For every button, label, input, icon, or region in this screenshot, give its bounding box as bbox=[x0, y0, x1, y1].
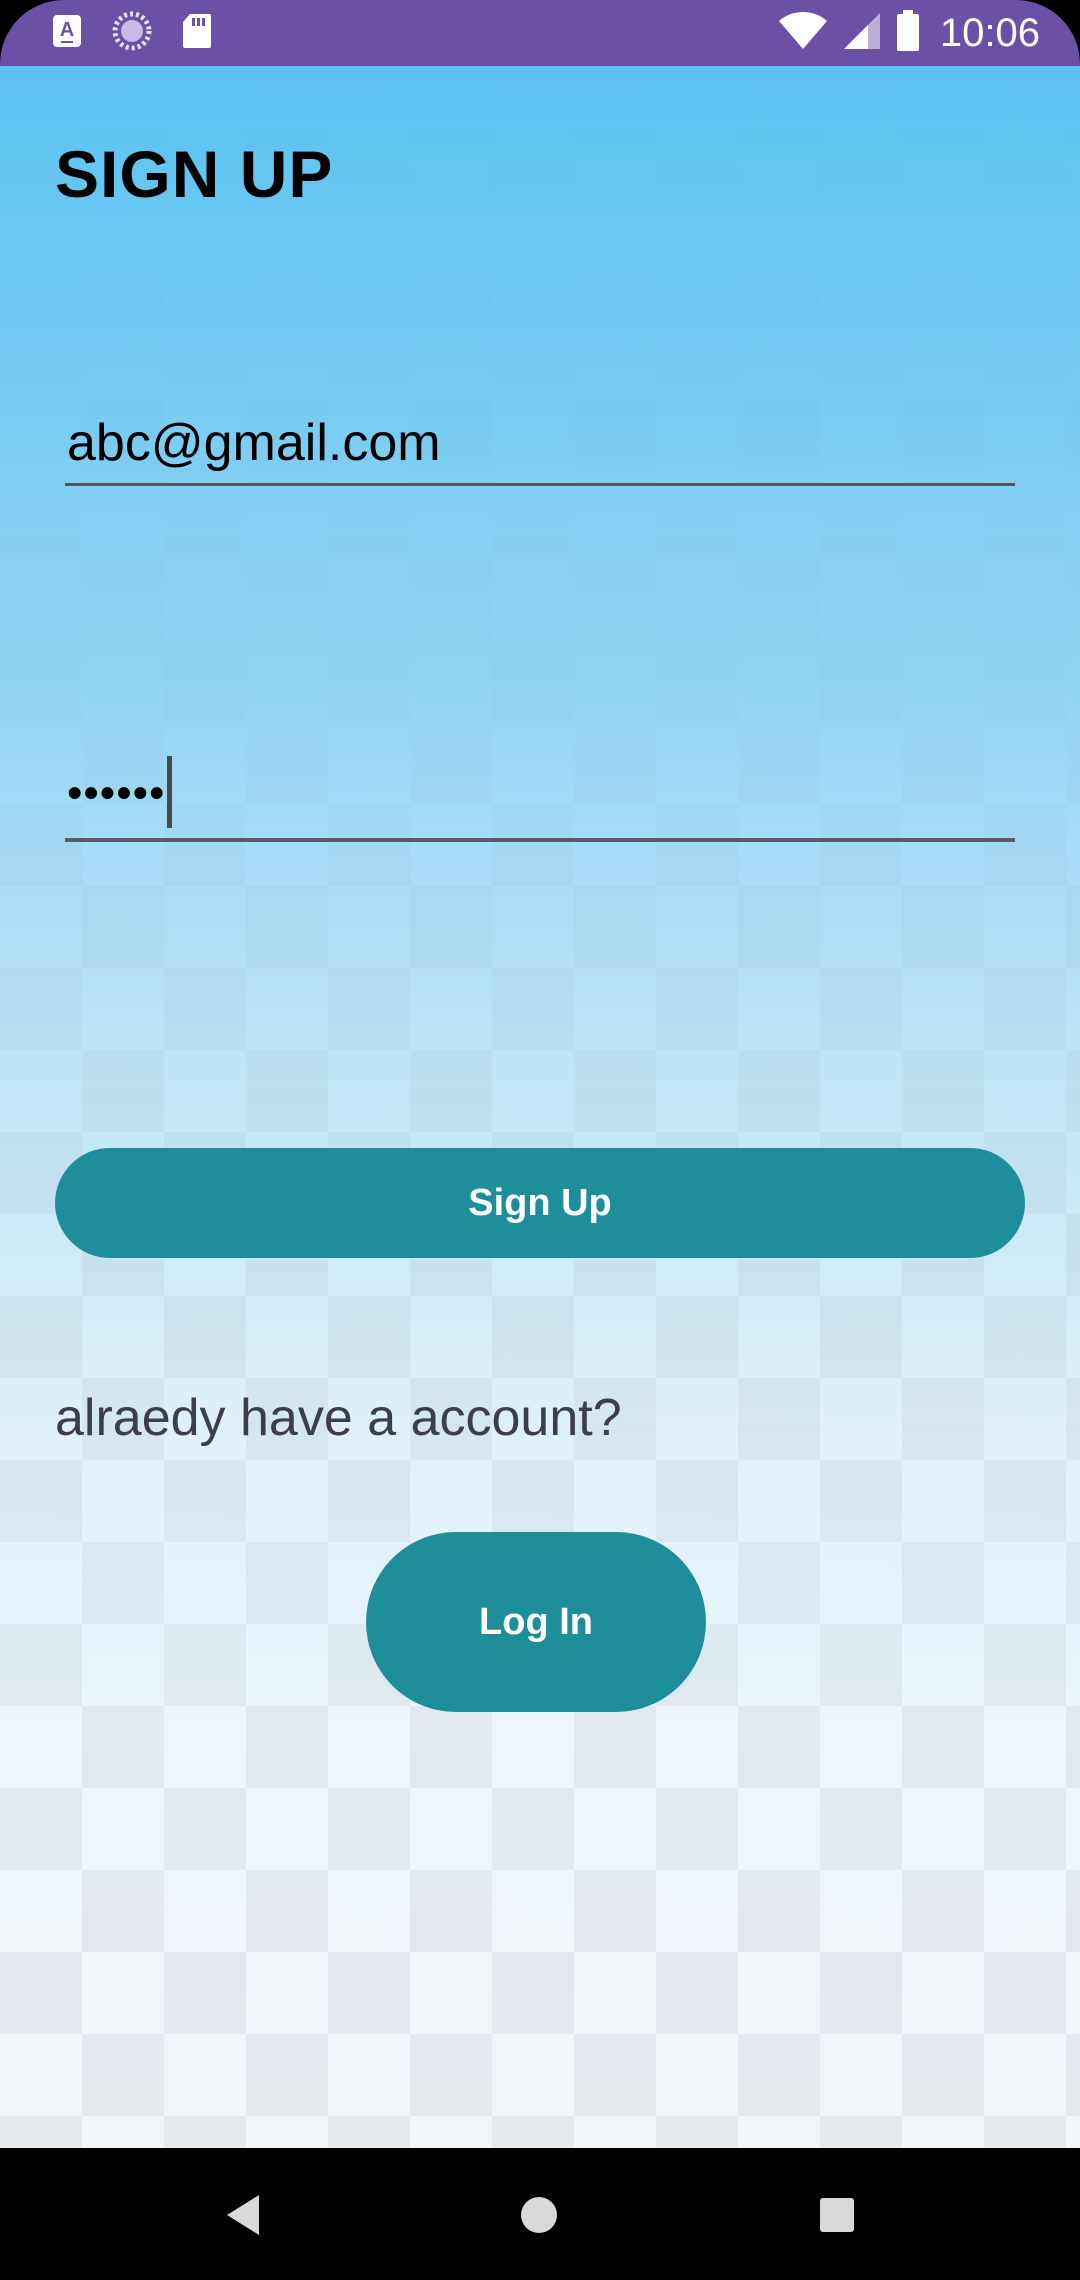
navigation-bar bbox=[0, 2148, 1080, 2280]
recents-icon[interactable] bbox=[802, 2180, 872, 2250]
cellular-signal-icon bbox=[842, 11, 882, 56]
status-left-icons: A bbox=[52, 10, 212, 56]
back-icon[interactable] bbox=[208, 2180, 278, 2250]
loading-circle-icon bbox=[112, 11, 152, 56]
keyboard-a-icon: A bbox=[52, 14, 82, 53]
signup-button[interactable]: Sign Up bbox=[55, 1148, 1025, 1258]
password-field[interactable]: •••••• bbox=[65, 756, 1015, 842]
svg-text:A: A bbox=[60, 19, 74, 41]
status-bar: A 10:06 bbox=[0, 0, 1080, 66]
status-right-icons: 10:06 bbox=[778, 8, 1040, 58]
password-dots: •••••• bbox=[67, 768, 166, 818]
account-prompt: alraedy have a account? bbox=[55, 1389, 622, 1447]
home-icon[interactable] bbox=[504, 2180, 574, 2250]
text-cursor bbox=[167, 756, 173, 828]
password-field-value: •••••• bbox=[67, 756, 173, 832]
page-title: SIGN UP bbox=[55, 137, 334, 211]
email-field[interactable]: abc@gmail.com bbox=[65, 406, 1015, 486]
email-field-value: abc@gmail.com bbox=[67, 414, 441, 472]
checkered-background bbox=[0, 66, 1080, 2148]
phone-screen: A 10:06 SIGN UP abc@gmail.com •••••• Sig… bbox=[0, 0, 1080, 2280]
wifi-icon bbox=[778, 11, 828, 56]
login-button[interactable]: Log In bbox=[366, 1532, 706, 1712]
signup-screen: SIGN UP abc@gmail.com •••••• Sign Up alr… bbox=[0, 66, 1080, 2148]
status-time: 10:06 bbox=[939, 10, 1040, 55]
battery-icon bbox=[896, 9, 920, 57]
sd-card-icon bbox=[182, 13, 212, 54]
